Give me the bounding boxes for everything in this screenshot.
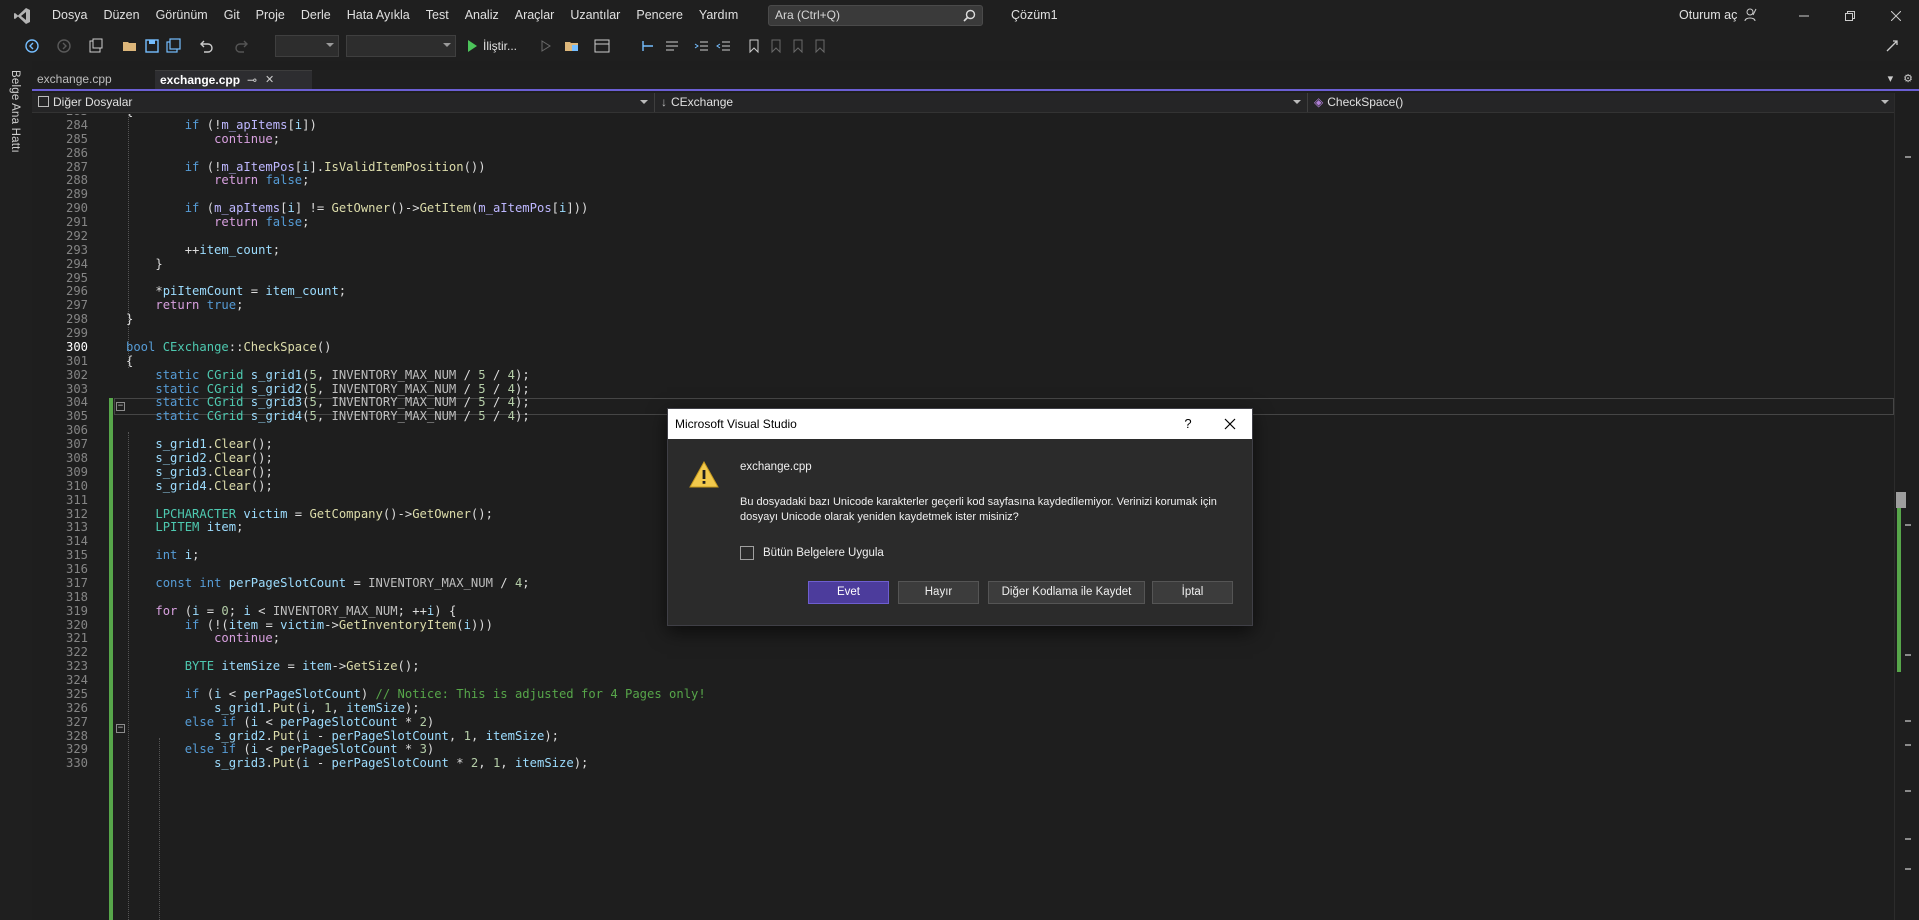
scroll-thumb[interactable]	[1896, 492, 1906, 508]
dialog-title: Microsoft Visual Studio	[668, 409, 1252, 439]
menu-item[interactable]: Yardım	[691, 0, 746, 31]
tab-dropdown-icon[interactable]: ▾	[1888, 72, 1894, 85]
scope-icon: ↓	[661, 95, 667, 109]
signin-link[interactable]: Oturum aç	[1679, 0, 1737, 31]
prev-bookmark-icon[interactable]	[768, 38, 784, 54]
menu-item[interactable]: Hata Ayıkla	[339, 0, 418, 31]
menu-item[interactable]: Test	[418, 0, 457, 31]
configuration-combo[interactable]	[275, 35, 339, 57]
scope-label: CExchange	[671, 95, 734, 109]
help-button[interactable]: ?	[1178, 409, 1198, 439]
outdent-icon[interactable]	[716, 38, 732, 54]
close-tab-icon[interactable]: ✕	[265, 71, 274, 90]
menu-item[interactable]: Analiz	[457, 0, 507, 31]
close-dialog-button[interactable]	[1216, 409, 1244, 439]
document-outline-tab[interactable]: Belge Ana Hattı	[9, 70, 21, 153]
scroll-mark	[1905, 654, 1911, 656]
title-menu-bar: Dosya Düzen Görünüm Git Proje Derle Hata Ayıkl…	[0, 0, 1919, 31]
platform-combo[interactable]	[346, 35, 456, 57]
warning-icon	[689, 460, 719, 491]
member-label: CheckSpace()	[1327, 95, 1404, 109]
method-icon: ◈	[1314, 95, 1324, 109]
yes-button[interactable]: Evet	[808, 581, 889, 604]
menu-item[interactable]: Pencere	[628, 0, 691, 31]
document-tab-bar: exchange.cpp exchange.cpp ⊸ ✕ ▾ ⚙	[32, 70, 1919, 91]
forward-icon[interactable]	[56, 38, 72, 54]
save-all-icon[interactable]	[166, 38, 182, 54]
menu-item[interactable]: Düzen	[95, 0, 147, 31]
step-icon[interactable]	[640, 38, 656, 54]
scroll-mark	[1905, 720, 1911, 722]
scope-dropdown[interactable]: ↓ CExchange	[655, 93, 1308, 112]
solution-name: Çözüm1	[1011, 8, 1058, 22]
scroll-mark	[1905, 868, 1911, 870]
tab-label: exchange.cpp	[160, 73, 241, 87]
apply-all-checkbox[interactable]	[740, 546, 754, 560]
scroll-mark	[1905, 156, 1911, 158]
dialog-message: Bu dosyadaki bazı Unicode karakterler ge…	[740, 496, 1217, 523]
scroll-mark	[1905, 744, 1911, 746]
close-icon	[1224, 418, 1236, 430]
code-line: 330 s_grid3.Put(i - perPageSlotCount * 2…	[32, 755, 1894, 772]
feedback-icon[interactable]	[1884, 38, 1900, 54]
layout-icon[interactable]	[594, 38, 610, 54]
code-text[interactable]: s_grid3.Put(i - perPageSlotCount * 2, 1,…	[126, 755, 588, 772]
apply-all-label[interactable]: Bütün Belgelere Uygula	[763, 547, 884, 559]
restore-button[interactable]	[1827, 0, 1873, 31]
settings-icon[interactable]: ⚙	[1903, 72, 1913, 85]
comment-icon[interactable]	[664, 38, 680, 54]
search-placeholder: Ara (Ctrl+Q)	[775, 8, 841, 22]
pin-icon[interactable]: ⊸	[247, 71, 257, 90]
project-icon	[38, 96, 49, 107]
menu-item[interactable]: Dosya	[44, 0, 95, 31]
tab-bar-actions: ▾ ⚙	[1888, 72, 1913, 85]
search-input[interactable]: Ara (Ctrl+Q)	[768, 5, 983, 26]
save-encoding-dialog: Microsoft Visual Studio ? exchange.cpp B…	[667, 408, 1253, 626]
search-icon	[963, 9, 976, 28]
no-button[interactable]: Hayır	[898, 581, 979, 604]
folder-view-icon[interactable]	[564, 38, 580, 54]
bookmark-icon[interactable]	[746, 38, 762, 54]
back-icon[interactable]	[24, 38, 40, 54]
attach-button-label[interactable]: İliştir...	[483, 31, 517, 61]
undo-icon[interactable]	[198, 38, 214, 54]
navigation-bar: Diğer Dosyalar ↓ CExchange ◈ CheckSpace() …	[32, 93, 1919, 113]
account-icon[interactable]	[1744, 8, 1758, 25]
open-icon[interactable]	[122, 38, 138, 54]
menu-item[interactable]: Görünüm	[148, 0, 216, 31]
menu-item[interactable]: Araçlar	[507, 0, 563, 31]
menu-item[interactable]: Uzantılar	[562, 0, 628, 31]
member-dropdown[interactable]: ◈ CheckSpace()	[1308, 93, 1896, 112]
clear-bookmarks-icon[interactable]	[812, 38, 828, 54]
tab-exchange-cpp-active[interactable]: exchange.cpp ⊸ ✕	[155, 70, 312, 89]
dialog-file-name: exchange.cpp	[740, 461, 812, 473]
tab-exchange-cpp-preview[interactable]: exchange.cpp	[32, 70, 155, 89]
tab-label: exchange.cpp	[37, 72, 112, 86]
scroll-change-marker	[1897, 502, 1901, 672]
run-without-debug-icon[interactable]	[538, 38, 554, 54]
line-number: 330	[65, 756, 88, 771]
redo-icon[interactable]	[234, 38, 250, 54]
visual-studio-logo-icon[interactable]	[0, 0, 44, 31]
save-other-encoding-button[interactable]: Diğer Kodlama ile Kaydet	[988, 581, 1145, 604]
indent-icon[interactable]	[694, 38, 710, 54]
menu-item[interactable]: Git	[216, 0, 248, 31]
menu-item[interactable]: Proje	[248, 0, 293, 31]
new-project-icon[interactable]	[88, 38, 104, 54]
save-icon[interactable]	[144, 38, 160, 54]
left-tool-strip	[0, 61, 32, 920]
scroll-mark	[1905, 524, 1911, 526]
project-label: Diğer Dosyalar	[53, 95, 133, 109]
standard-toolbar	[0, 31, 1919, 61]
minimize-button[interactable]	[1781, 0, 1827, 31]
cancel-button[interactable]: İptal	[1152, 581, 1233, 604]
next-bookmark-icon[interactable]	[790, 38, 806, 54]
project-dropdown[interactable]: Diğer Dosyalar	[32, 93, 655, 112]
main-menu: Dosya Düzen Görünüm Git Proje Derle Hata Ayıkl…	[44, 0, 746, 31]
scroll-mark	[1905, 790, 1911, 792]
menu-item[interactable]: Derle	[293, 0, 339, 31]
run-icon[interactable]	[464, 38, 480, 54]
close-window-button[interactable]	[1873, 0, 1919, 31]
scroll-mark	[1905, 838, 1911, 840]
